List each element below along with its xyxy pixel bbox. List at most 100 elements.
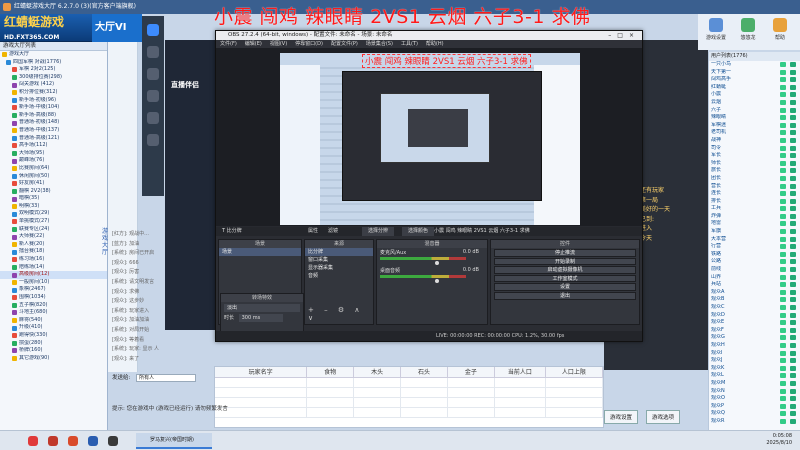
- start-recording-button[interactable]: 开始录制: [494, 257, 636, 266]
- tree-item[interactable]: 300级排位赛(298): [0, 74, 107, 82]
- sources-dock-tools[interactable]: + – ⚙ ∧ ∨: [308, 306, 373, 322]
- user-row[interactable]: 观众A: [709, 289, 800, 297]
- user-row[interactable]: 军棋迷: [709, 122, 800, 130]
- tree-item[interactable]: 双明模式(29): [0, 210, 107, 218]
- tree-item[interactable]: 升级(410): [0, 324, 107, 332]
- tree-item[interactable]: 一般房间(10): [0, 279, 107, 287]
- color-select[interactable]: 选择颜色: [402, 227, 435, 236]
- tree-item[interactable]: 麻将(540): [0, 317, 107, 325]
- scene-item[interactable]: 场景: [219, 248, 301, 256]
- user-row[interactable]: 连长: [709, 190, 800, 198]
- obs-menu-item[interactable]: 场景集合(S): [366, 41, 393, 47]
- user-row[interactable]: 一只小鸟: [709, 61, 800, 69]
- tree-item[interactable]: 游戏大厅: [0, 51, 107, 59]
- user-row[interactable]: 观众N: [709, 388, 800, 396]
- user-row[interactable]: 观众R: [709, 418, 800, 426]
- user-row[interactable]: 观众O: [709, 395, 800, 403]
- volume-slider[interactable]: [435, 261, 439, 265]
- tree-item[interactable]: 翻棋 2V2(38): [0, 188, 107, 196]
- star-icon[interactable]: [147, 112, 159, 124]
- user-row[interactable]: 战神: [709, 137, 800, 145]
- user-row[interactable]: 军长: [709, 152, 800, 160]
- user-row[interactable]: 天下第一: [709, 69, 800, 77]
- volume-slider[interactable]: [435, 279, 439, 283]
- user-row[interactable]: 观众B: [709, 296, 800, 304]
- settings-button[interactable]: 设置: [494, 283, 636, 291]
- hall-vertical-label[interactable]: 游戏大厅: [102, 228, 112, 256]
- tree-item[interactable]: 比赛房间(64): [0, 165, 107, 173]
- tree-item[interactable]: 好友房(41): [0, 180, 107, 188]
- tree-item[interactable]: 联赛专区(24): [0, 226, 107, 234]
- user-row[interactable]: 观众M: [709, 380, 800, 388]
- wps-icon[interactable]: [68, 436, 78, 446]
- tree-item[interactable]: 练习场(16): [0, 256, 107, 264]
- tree-item[interactable]: 大师赛(22): [0, 233, 107, 241]
- user-row[interactable]: 观众J: [709, 357, 800, 365]
- obs-menu-item[interactable]: 编辑(E): [245, 41, 262, 47]
- tree-item[interactable]: 巅峰场(76): [0, 157, 107, 165]
- user-row[interactable]: 旅长: [709, 167, 800, 175]
- user-row[interactable]: 山界: [709, 274, 800, 282]
- user-row[interactable]: 军旗: [709, 228, 800, 236]
- exit-button[interactable]: 退出: [494, 291, 636, 300]
- user-row[interactable]: 观众Q: [709, 410, 800, 418]
- user-row[interactable]: 地雷: [709, 220, 800, 228]
- user-row[interactable]: 排长: [709, 198, 800, 206]
- tree-item[interactable]: 新手场-高级(88): [0, 112, 107, 120]
- mixer-channel[interactable]: 桌面音频 0.0 dB: [377, 266, 487, 284]
- obs-menu-item[interactable]: 配置文件(P): [331, 41, 358, 47]
- tree-item[interactable]: 明棋(33): [0, 203, 107, 211]
- user-row[interactable]: 老司机: [709, 129, 800, 137]
- filters-button[interactable]: 滤镜: [328, 227, 338, 236]
- obs-menu-item[interactable]: 帮助(H): [426, 41, 444, 47]
- tree-item[interactable]: 新手场-初级(96): [0, 97, 107, 105]
- tree-item[interactable]: 其它游戏(90): [0, 355, 107, 363]
- tree-item[interactable]: 斗地主(680): [0, 309, 107, 317]
- user-row[interactable]: 观众K: [709, 365, 800, 373]
- video-icon[interactable]: [147, 46, 159, 58]
- obs-menu-item[interactable]: 工具(T): [401, 41, 418, 47]
- user-row[interactable]: 观众G: [709, 334, 800, 342]
- tree-item[interactable]: 擂台赛(18): [0, 248, 107, 256]
- duration-input[interactable]: 300 ms: [238, 314, 283, 322]
- obs-preview[interactable]: 小震 闯鸡 辣眼睛 2VS1 云烟 六子3-1 求佛: [216, 48, 642, 226]
- tree-item[interactable]: 高级房间(12): [0, 271, 107, 279]
- tree-item[interactable]: 暗棋(35): [0, 195, 107, 203]
- obs-icon[interactable]: [108, 436, 118, 446]
- home-icon[interactable]: [147, 24, 159, 36]
- stop-streaming-button[interactable]: 停止推流: [494, 249, 636, 257]
- obs-menu-item[interactable]: 文件(F): [220, 41, 237, 47]
- virtual-camera-button[interactable]: 启动虚拟摄像机: [494, 266, 636, 274]
- gear-icon[interactable]: [147, 134, 159, 146]
- tree-item[interactable]: 新手场-中级(104): [0, 104, 107, 112]
- user-row[interactable]: 铁路: [709, 251, 800, 259]
- tree-item[interactable]: 掼蛋(280): [0, 340, 107, 348]
- font-select[interactable]: 选择分辨: [362, 227, 395, 236]
- browser-icon[interactable]: [48, 436, 58, 446]
- tree-item[interactable]: 象棋(2467): [0, 286, 107, 294]
- gift-icon[interactable]: [147, 68, 159, 80]
- tree-item[interactable]: 五子棋(820): [0, 302, 107, 310]
- tree-item[interactable]: 休闲房间(50): [0, 173, 107, 181]
- game-settings-button[interactable]: 游戏设置: [702, 18, 730, 41]
- user-row[interactable]: 观众F: [709, 327, 800, 335]
- user-row[interactable]: 司令: [709, 145, 800, 153]
- user-row[interactable]: 行营: [709, 243, 800, 251]
- user-row[interactable]: 观众L: [709, 372, 800, 380]
- tree-item[interactable]: 陪练场(14): [0, 264, 107, 272]
- tree-item[interactable]: 高手场(112): [0, 142, 107, 150]
- source-item[interactable]: 比分牌: [305, 248, 373, 256]
- transition-select[interactable]: 淡出: [224, 304, 300, 312]
- obs-menu-item[interactable]: 停靠窗口(D): [295, 41, 323, 47]
- tree-item[interactable]: 普通场-高级(121): [0, 135, 107, 143]
- obs-menu-item[interactable]: 视图(V): [270, 41, 287, 47]
- user-row[interactable]: 炸弹: [709, 213, 800, 221]
- taskbar-app[interactable]: 罗马复兴(帝国时期): [136, 433, 212, 449]
- user-row[interactable]: 观众I: [709, 350, 800, 358]
- source-item[interactable]: 显示器采集: [305, 264, 373, 272]
- tree-item[interactable]: 普通场-中级(137): [0, 127, 107, 135]
- user-row[interactable]: 师长: [709, 160, 800, 168]
- user-row[interactable]: 观众C: [709, 304, 800, 312]
- start-icon[interactable]: [28, 436, 38, 446]
- user-row[interactable]: 兵站: [709, 281, 800, 289]
